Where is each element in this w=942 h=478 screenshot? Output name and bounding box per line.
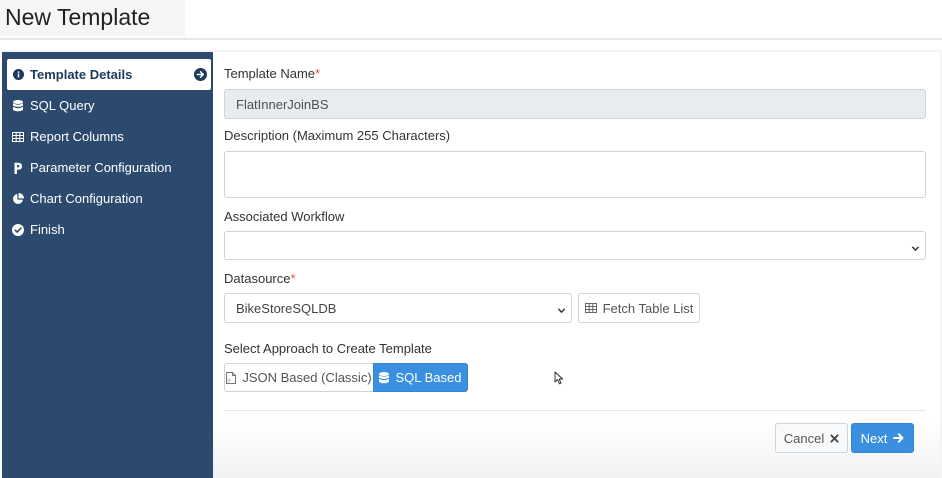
- approach-label: Select Approach to Create Template: [224, 341, 432, 356]
- sidebar-item-chart-configuration[interactable]: Chart Configuration: [7, 183, 211, 214]
- fetch-table-list-button[interactable]: Fetch Table List: [578, 293, 700, 323]
- json-based-option[interactable]: js JSON Based (Classic): [224, 363, 374, 392]
- sidebar-item-template-details[interactable]: Template Details: [7, 59, 211, 90]
- sql-based-option[interactable]: SQL Based: [373, 363, 468, 392]
- chevron-down-icon: [911, 241, 920, 251]
- page-title-area: New Template: [0, 0, 185, 36]
- pie-chart-icon: [11, 192, 25, 206]
- arrow-right-icon: [893, 433, 904, 443]
- required-marker: *: [315, 66, 321, 81]
- sidebar-item-sql-query[interactable]: SQL Query: [7, 90, 211, 121]
- database-icon: [11, 99, 25, 113]
- description-textarea[interactable]: [224, 151, 926, 198]
- chevron-down-icon: [557, 303, 566, 314]
- sidebar-item-finish[interactable]: Finish: [7, 214, 211, 245]
- sidebar-item-report-columns[interactable]: Report Columns: [7, 121, 211, 152]
- datasource-select[interactable]: BikeStoreSQLDB: [224, 293, 572, 323]
- close-icon: [830, 433, 839, 443]
- datasource-label: Datasource*: [224, 271, 296, 286]
- sidebar-item-label: Finish: [30, 222, 65, 237]
- parameter-icon: [11, 161, 25, 175]
- template-name-label: Template Name*: [224, 66, 321, 81]
- workflow-label: Associated Workflow: [224, 209, 345, 224]
- workflow-select[interactable]: [224, 231, 926, 260]
- cancel-button[interactable]: Cancel: [775, 423, 848, 453]
- template-name-field[interactable]: FlatInnerJoinBS: [224, 89, 926, 119]
- svg-text:js: js: [227, 377, 231, 382]
- form-divider: [224, 410, 926, 411]
- json-file-icon: js: [226, 371, 237, 384]
- sidebar-item-label: Report Columns: [30, 129, 124, 144]
- title-divider: [0, 38, 942, 40]
- info-circle-icon: [11, 68, 25, 82]
- page-title: New Template: [5, 4, 151, 30]
- table-icon: [11, 130, 25, 144]
- database-icon: [379, 371, 390, 384]
- table-icon: [584, 303, 597, 313]
- sidebar-item-label: SQL Query: [30, 98, 95, 113]
- required-marker: *: [290, 271, 296, 286]
- check-circle-icon: [11, 223, 25, 237]
- sidebar-item-parameter-configuration[interactable]: Parameter Configuration: [7, 152, 211, 183]
- description-label: Description (Maximum 255 Characters): [224, 128, 451, 143]
- arrow-circle-right-icon: [194, 68, 207, 81]
- wizard-steps-sidebar: Template Details SQL Query Report Column…: [2, 52, 213, 478]
- sidebar-item-label: Template Details: [30, 67, 133, 82]
- next-button[interactable]: Next: [851, 423, 914, 453]
- sidebar-item-label: Chart Configuration: [30, 191, 143, 206]
- mouse-cursor-icon: [554, 371, 564, 385]
- sidebar-item-label: Parameter Configuration: [30, 160, 172, 175]
